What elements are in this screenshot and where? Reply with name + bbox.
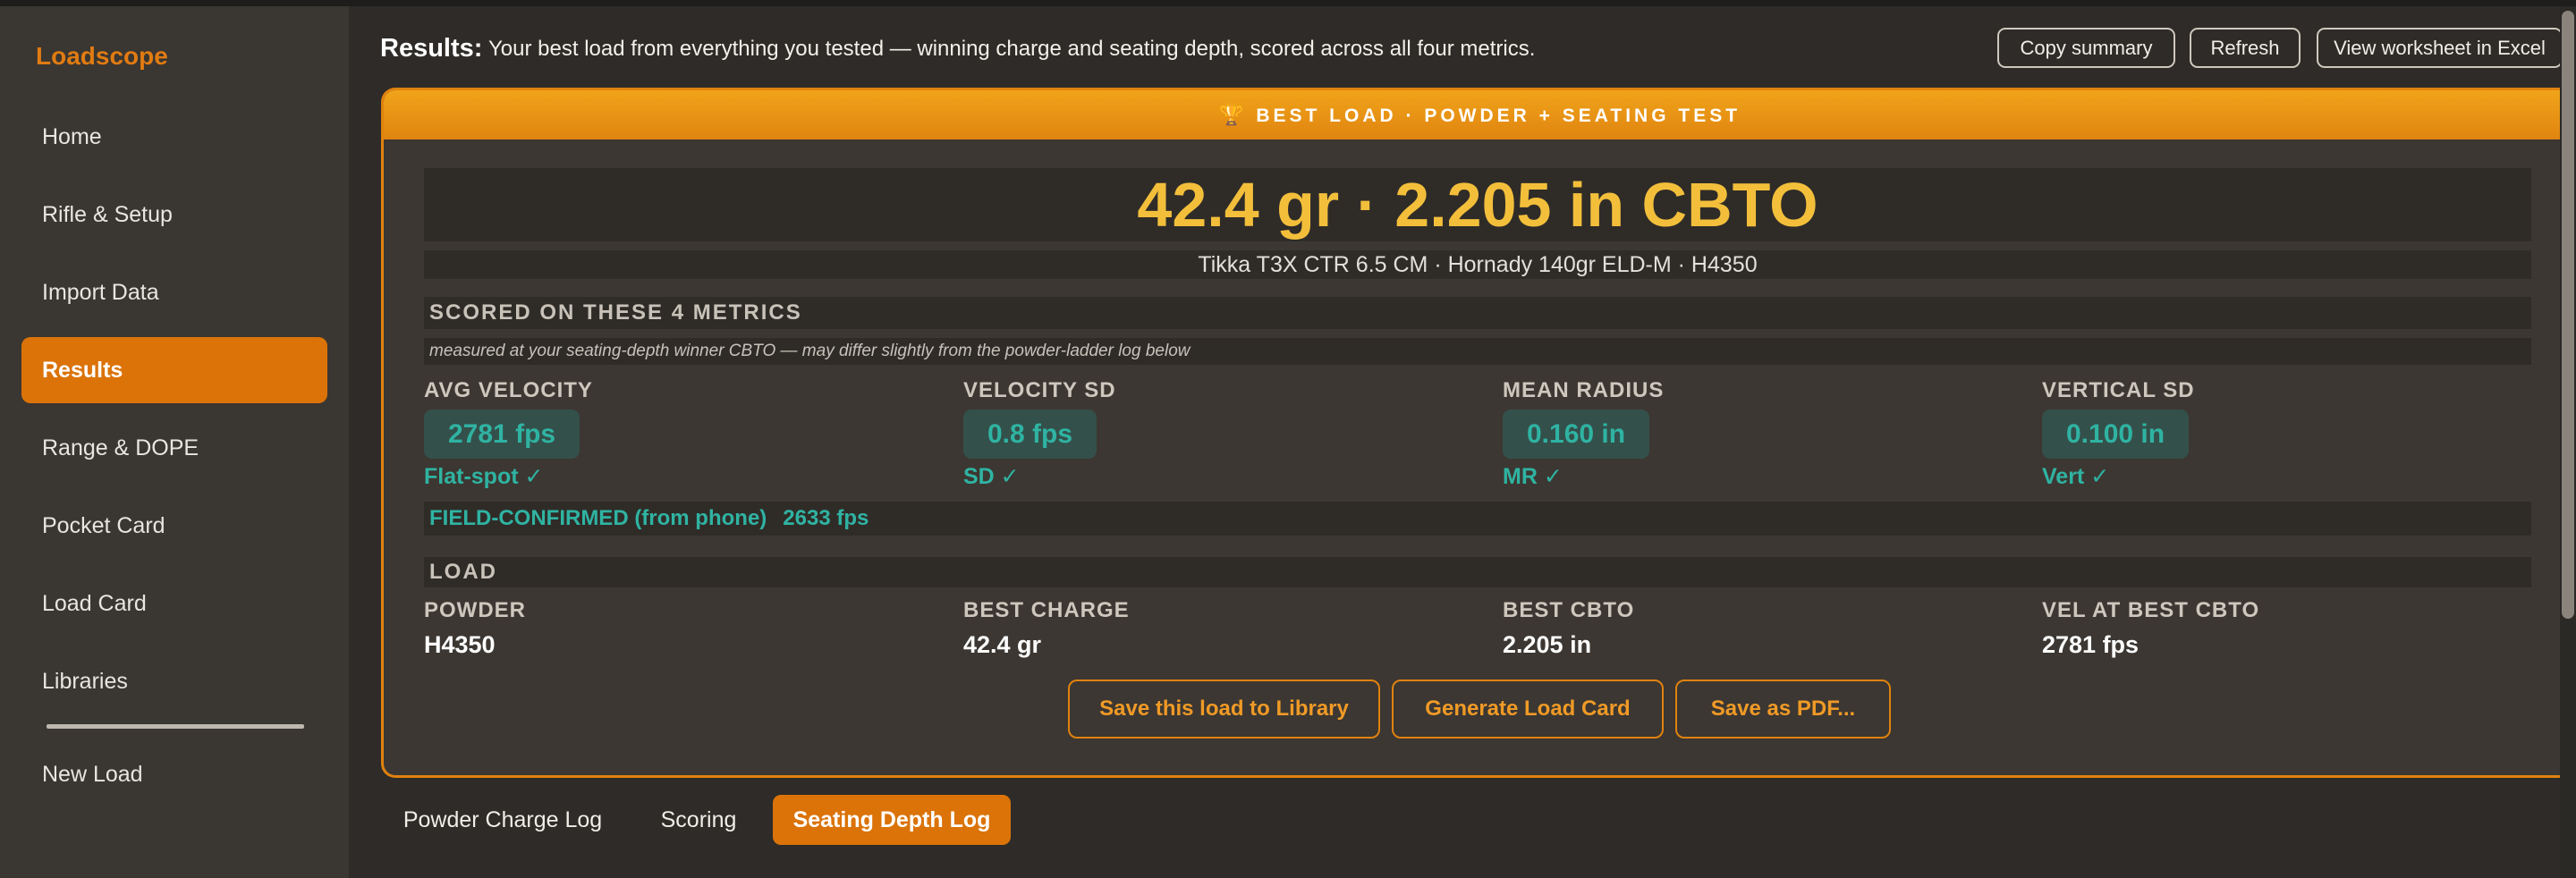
metric-check-tag: Flat-spot ✓ bbox=[424, 464, 544, 489]
load-label: BEST CBTO bbox=[1503, 598, 1635, 622]
metrics-note: measured at your seating-depth winner CB… bbox=[424, 338, 2531, 365]
metric-value: 0.8 fps bbox=[963, 409, 1097, 459]
load-value: 2.205 in bbox=[1503, 631, 1592, 658]
sidebar-item-results[interactable]: Results bbox=[21, 337, 327, 403]
best-load-banner: 🏆 BEST LOAD · POWDER + SEATING TEST bbox=[384, 90, 2576, 139]
tab-seating-depth-log[interactable]: Seating Depth Log bbox=[773, 795, 1011, 845]
page-title: Results: bbox=[380, 34, 483, 63]
trophy-icon: 🏆 bbox=[1218, 104, 1244, 126]
load-value: 42.4 gr bbox=[963, 631, 1042, 658]
metric-value: 0.100 in bbox=[2042, 409, 2190, 459]
sidebar-item-home[interactable]: Home bbox=[21, 104, 327, 170]
metric-value: 2781 fps bbox=[424, 409, 580, 459]
load-value: H4350 bbox=[424, 631, 496, 658]
load-value: 2781 fps bbox=[2042, 631, 2140, 658]
metric-check-tag: MR ✓ bbox=[1503, 464, 1563, 489]
load-section-label: LOAD bbox=[424, 557, 2531, 587]
metric-value: 0.160 in bbox=[1503, 409, 1650, 459]
field-confirmed-label: FIELD-CONFIRMED (from phone) bbox=[429, 506, 767, 530]
generate-load-card-button[interactable]: Generate Load Card bbox=[1392, 680, 1664, 739]
banner-title: BEST LOAD · POWDER + SEATING TEST bbox=[1256, 106, 1741, 126]
load-best-charge: BEST CHARGE 42.4 gr bbox=[963, 598, 1464, 659]
sidebar-item-range-dope[interactable]: Range & DOPE bbox=[21, 415, 327, 481]
page-description: Your best load from everything you teste… bbox=[488, 37, 1536, 61]
load-label: VEL AT BEST CBTO bbox=[2042, 598, 2260, 622]
metric-check-tag: Vert ✓ bbox=[2042, 464, 2110, 489]
metrics-section-label: SCORED ON THESE 4 METRICS bbox=[424, 297, 2531, 329]
best-load-card: 🏆 BEST LOAD · POWDER + SEATING TEST 42.4 … bbox=[381, 88, 2576, 778]
load-label: BEST CHARGE bbox=[963, 598, 1130, 622]
load-label: POWDER bbox=[424, 598, 526, 622]
save-load-to-library-button[interactable]: Save this load to Library bbox=[1068, 680, 1380, 739]
window-top-edge bbox=[0, 0, 2576, 6]
load-best-cbto: BEST CBTO 2.205 in bbox=[1503, 598, 2004, 659]
save-as-pdf-button[interactable]: Save as PDF... bbox=[1675, 680, 1891, 739]
sidebar-divider bbox=[47, 724, 304, 729]
sidebar-item-import-data[interactable]: Import Data bbox=[21, 259, 327, 325]
load-powder: POWDER H4350 bbox=[424, 598, 925, 659]
view-worksheet-excel-button[interactable]: View worksheet in Excel bbox=[2317, 28, 2563, 68]
sidebar-item-libraries[interactable]: Libraries bbox=[21, 648, 327, 714]
tab-powder-charge-log[interactable]: Powder Charge Log bbox=[388, 795, 617, 845]
sidebar-item-pocket-card[interactable]: Pocket Card bbox=[21, 493, 327, 559]
metric-label: AVG VELOCITY bbox=[424, 378, 593, 402]
best-load-headline: 42.4 gr · 2.205 in CBTO bbox=[424, 168, 2531, 241]
scrollbar-thumb[interactable] bbox=[2562, 11, 2574, 619]
metric-label: VELOCITY SD bbox=[963, 378, 1116, 402]
field-confirmed-row: FIELD-CONFIRMED (from phone) 2633 fps bbox=[424, 502, 2531, 536]
refresh-button[interactable]: Refresh bbox=[2190, 28, 2301, 68]
sidebar-item-rifle-setup[interactable]: Rifle & Setup bbox=[21, 182, 327, 248]
rifle-bullet-powder-subtitle: Tikka T3X CTR 6.5 CM · Hornady 140gr ELD… bbox=[424, 250, 2531, 279]
field-confirmed-value: 2633 fps bbox=[783, 506, 869, 530]
load-vel-at-best-cbto: VEL AT BEST CBTO 2781 fps bbox=[2042, 598, 2543, 659]
brand-logo: Loadscope bbox=[36, 42, 168, 70]
copy-summary-button[interactable]: Copy summary bbox=[1997, 28, 2175, 68]
tab-scoring[interactable]: Scoring bbox=[642, 795, 755, 845]
metric-check-tag: SD ✓ bbox=[963, 464, 1020, 489]
sidebar-item-new-load[interactable]: New Load bbox=[21, 741, 327, 807]
metric-label: VERTICAL SD bbox=[2042, 378, 2195, 402]
sidebar-item-load-card[interactable]: Load Card bbox=[21, 570, 327, 637]
sidebar: Loadscope Home Rifle & Setup Import Data… bbox=[0, 6, 349, 878]
metric-label: MEAN RADIUS bbox=[1503, 378, 1665, 402]
